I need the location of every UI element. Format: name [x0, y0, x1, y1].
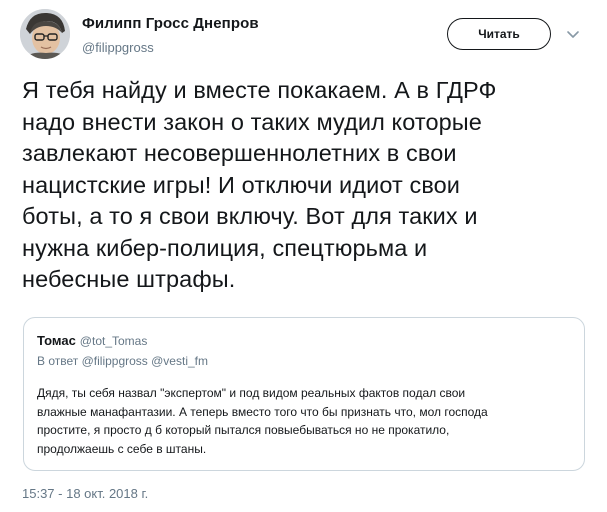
- quoted-reply-context: В ответ @filippgross @vesti_fm: [37, 354, 208, 368]
- avatar-image: [20, 9, 70, 59]
- follow-button[interactable]: Читать: [447, 18, 551, 50]
- author-display-name[interactable]: Филипп Гросс Днепров: [82, 15, 259, 32]
- quoted-author-line: Томас @tot_Tomas: [37, 333, 147, 348]
- quoted-tweet-text: Дядя, ты себя назвал "экспертом" и под в…: [37, 386, 488, 456]
- quoted-tweet[interactable]: Томас @tot_Tomas В ответ @filippgross @ve…: [23, 317, 585, 471]
- author-handle[interactable]: @filippgross: [82, 40, 154, 55]
- author-avatar[interactable]: [20, 9, 70, 59]
- quoted-author-name: Томас: [37, 333, 76, 348]
- tweet-timestamp[interactable]: 15:37 - 18 окт. 2018 г.: [22, 486, 148, 501]
- chevron-down-icon[interactable]: [566, 28, 580, 40]
- quoted-author-handle: @tot_Tomas: [79, 334, 148, 348]
- tweet-text: Я тебя найду и вместе покакаем. А в ГДРФ…: [22, 77, 497, 292]
